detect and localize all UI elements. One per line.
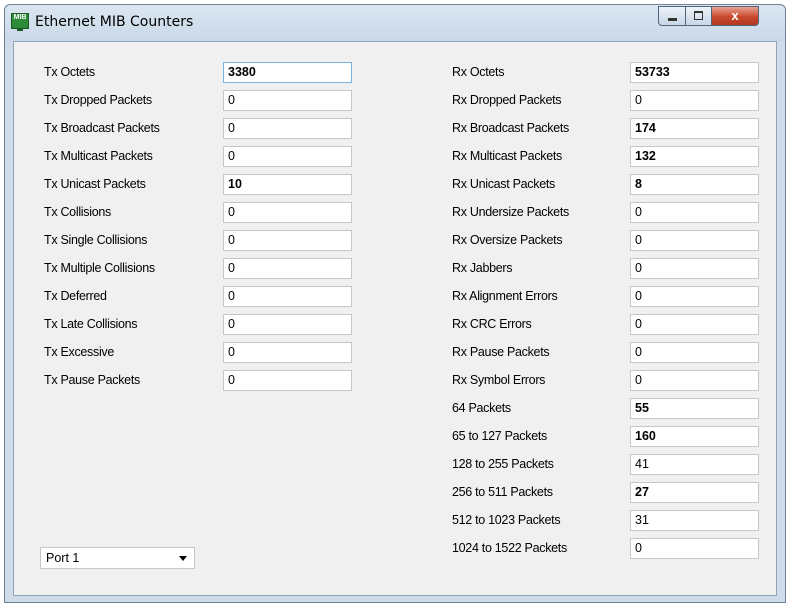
tx-counter-value-field[interactable]: 0 [223, 258, 352, 279]
tx-counter-value-field[interactable]: 0 [223, 202, 352, 223]
tx-counter-value-field[interactable]: 0 [223, 146, 352, 167]
tx-counter-label: Tx Broadcast Packets [44, 121, 160, 135]
rx-counter-label: 128 to 255 Packets [452, 457, 554, 471]
rx-counter-value-field[interactable]: 0 [630, 342, 759, 363]
network-app-icon: MIB [11, 13, 29, 31]
rx-counter-label: Rx Undersize Packets [452, 205, 569, 219]
tx-counter-value-field[interactable]: 0 [223, 230, 352, 251]
rx-counter-label: Rx CRC Errors [452, 317, 532, 331]
rx-counter-value-field[interactable]: 0 [630, 286, 759, 307]
tx-counter-label: Tx Multiple Collisions [44, 261, 155, 275]
port-select[interactable]: Port 1 [40, 547, 195, 569]
rx-counter-value-field[interactable]: 27 [630, 482, 759, 503]
rx-counter-label: Rx Unicast Packets [452, 177, 555, 191]
rx-counter-value-field[interactable]: 0 [630, 370, 759, 391]
rx-counter-value-field[interactable]: 41 [630, 454, 759, 475]
rx-counter-value-field[interactable]: 0 [630, 230, 759, 251]
tx-counter-label: Tx Octets [44, 65, 95, 79]
tx-counter-label: Tx Deferred [44, 289, 107, 303]
rx-counter-value-field[interactable]: 132 [630, 146, 759, 167]
tx-counter-value-field[interactable]: 0 [223, 286, 352, 307]
tx-counter-value-field[interactable]: 0 [223, 342, 352, 363]
tx-counter-label: Tx Unicast Packets [44, 177, 146, 191]
rx-counter-value-field[interactable]: 160 [630, 426, 759, 447]
title-bar[interactable]: MIB Ethernet MIB Counters x [5, 5, 785, 41]
rx-counter-label: Rx Broadcast Packets [452, 121, 569, 135]
window-title: Ethernet MIB Counters [35, 14, 194, 30]
rx-counter-value-field[interactable]: 31 [630, 510, 759, 531]
tx-counter-value-field[interactable]: 10 [223, 174, 352, 195]
rx-counter-label: Rx Oversize Packets [452, 233, 563, 247]
maximize-button[interactable] [685, 6, 712, 26]
close-icon: x [731, 8, 739, 23]
rx-counter-label: 1024 to 1522 Packets [452, 541, 567, 555]
rx-counter-label: Rx Dropped Packets [452, 93, 562, 107]
rx-counter-label: Rx Alignment Errors [452, 289, 558, 303]
rx-counter-label: Rx Multicast Packets [452, 149, 563, 163]
tx-counter-label: Tx Excessive [44, 345, 115, 359]
tx-counter-value-field[interactable]: 0 [223, 314, 352, 335]
tx-counter-label: Tx Collisions [44, 205, 111, 219]
minimize-button[interactable] [658, 6, 686, 26]
rx-counter-label: 64 Packets [452, 401, 511, 415]
tx-counter-value-field[interactable]: 0 [223, 370, 352, 391]
rx-counter-value-field[interactable]: 0 [630, 202, 759, 223]
rx-counter-value-field[interactable]: 8 [630, 174, 759, 195]
client-area: Tx Octets 3380 Tx Dropped Packets 0 Tx Broad… [13, 41, 777, 596]
rx-counter-label: Rx Octets [452, 65, 505, 79]
mib-counters-window: MIB Ethernet MIB Counters x Tx Octets 338… [4, 4, 786, 603]
tx-counter-label: Tx Multicast Packets [44, 149, 153, 163]
rx-counter-label: 65 to 127 Packets [452, 429, 547, 443]
rx-counter-value-field[interactable]: 0 [630, 258, 759, 279]
close-button[interactable]: x [711, 6, 759, 26]
rx-counter-value-field[interactable]: 174 [630, 118, 759, 139]
tx-counter-value-field[interactable]: 0 [223, 118, 352, 139]
tx-counter-label: Tx Pause Packets [44, 373, 140, 387]
rx-counter-value-field[interactable]: 0 [630, 538, 759, 559]
tx-counter-label: Tx Single Collisions [44, 233, 148, 247]
tx-counter-label: Tx Late Collisions [44, 317, 138, 331]
rx-counter-label: Rx Pause Packets [452, 345, 550, 359]
chevron-down-icon [179, 556, 187, 561]
rx-counter-label: 256 to 511 Packets [452, 485, 553, 499]
tx-counter-label: Tx Dropped Packets [44, 93, 152, 107]
port-select-value: Port 1 [46, 551, 80, 565]
rx-counter-value-field[interactable]: 53733 [630, 62, 759, 83]
rx-counter-label: 512 to 1023 Packets [452, 513, 561, 527]
rx-counter-value-field[interactable]: 0 [630, 314, 759, 335]
tx-counter-value-field[interactable]: 3380 [223, 62, 352, 83]
rx-counter-label: Rx Symbol Errors [452, 373, 546, 387]
rx-counter-value-field[interactable]: 55 [630, 398, 759, 419]
rx-counter-value-field[interactable]: 0 [630, 90, 759, 111]
rx-counter-label: Rx Jabbers [452, 261, 513, 275]
tx-counter-value-field[interactable]: 0 [223, 90, 352, 111]
